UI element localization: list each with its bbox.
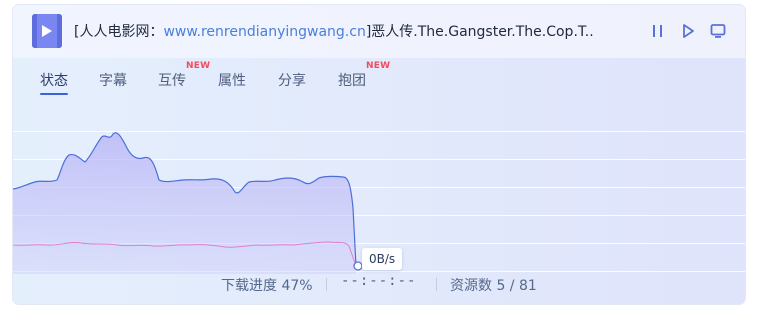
title-prefix: [人人电影网： — [74, 24, 164, 40]
video-file-icon — [32, 14, 62, 48]
tab-share[interactable]: 分享 — [278, 70, 306, 90]
screen-icon[interactable] — [709, 22, 727, 40]
download-speed-area — [13, 132, 356, 274]
current-speed-tooltip: 0B/s — [362, 248, 403, 270]
pause-icon[interactable] — [649, 22, 667, 40]
detail-tabs: 状态 字幕 互传 NEW 属性 分享 抱团 NEW — [13, 58, 745, 98]
tab-status[interactable]: 状态 — [40, 70, 68, 95]
tab-group[interactable]: 抱团 — [338, 70, 366, 90]
new-badge: NEW — [186, 61, 211, 71]
tab-transfer[interactable]: 互传 — [158, 70, 186, 90]
source-count: 资源数 5 / 81 — [450, 278, 537, 294]
current-speed-marker — [353, 261, 363, 271]
tab-subtitles[interactable]: 字幕 — [99, 70, 127, 90]
divider — [326, 278, 327, 291]
download-task-panel: [人人电影网：www.renrendianyingwang.cn]恶人传.The… — [13, 5, 745, 304]
download-progress: 下载进度 47% — [221, 278, 313, 294]
divider — [436, 278, 437, 291]
play-icon[interactable] — [679, 22, 697, 40]
title-site-link[interactable]: www.renrendianyingwang.cn — [163, 24, 365, 40]
task-header: [人人电影网：www.renrendianyingwang.cn]恶人传.The… — [13, 5, 745, 58]
title-suffix: ]恶人传.The.Gangster.The.Cop.T... — [365, 24, 594, 40]
tab-properties[interactable]: 属性 — [218, 70, 246, 90]
new-badge: NEW — [366, 61, 391, 71]
task-title: [人人电影网：www.renrendianyingwang.cn]恶人传.The… — [74, 21, 594, 41]
remaining-time: --:--:-- — [341, 273, 417, 289]
status-footer: 下载进度 47% --:--:-- 资源数 5 / 81 — [13, 273, 745, 295]
